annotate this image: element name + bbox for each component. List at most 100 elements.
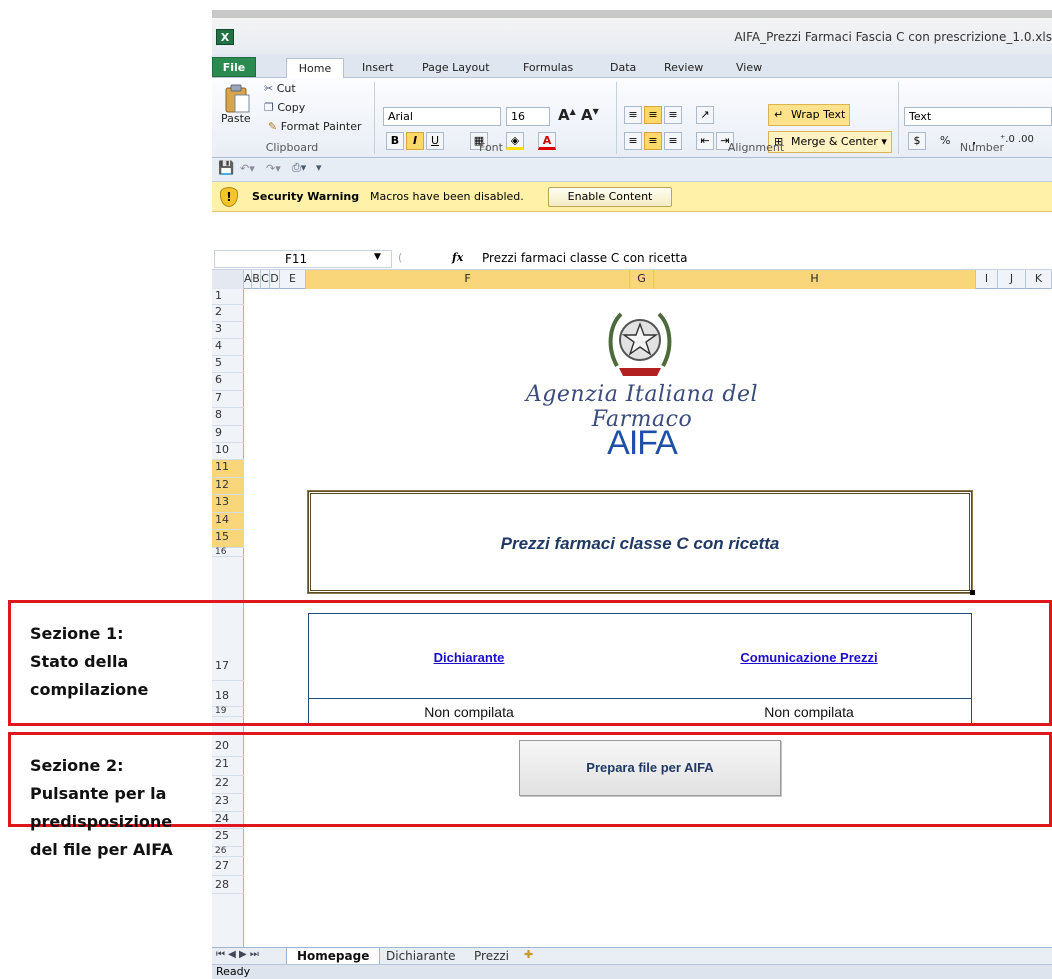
customize-qat-icon[interactable]: ▾	[316, 161, 322, 174]
font-size-select[interactable]: 16	[506, 107, 550, 126]
row-header[interactable]: 14	[212, 513, 244, 530]
copy-label: Copy	[277, 101, 306, 114]
section-1-highlight	[8, 600, 1052, 726]
section-2-annotation: Sezione 2: Pulsante per la predisposizio…	[30, 752, 173, 864]
undo-icon[interactable]: ↶▾	[240, 162, 255, 175]
row-header[interactable]: 25	[212, 829, 244, 847]
row-header[interactable]: 13	[212, 495, 244, 513]
redo-icon[interactable]: ↷▾	[266, 162, 281, 175]
insert-sheet-icon[interactable]: ✚	[524, 948, 533, 961]
sheet-nav-icon[interactable]: ⏮ ◀ ▶ ⏭	[216, 949, 259, 960]
tab-page-layout[interactable]: Page Layout	[422, 58, 490, 78]
aifa-logo-text: AIFA	[607, 424, 678, 462]
section-1-annotation: Sezione 1: Stato della compilazione	[30, 620, 148, 704]
column-header-j[interactable]: J	[998, 270, 1026, 289]
emblem-icon	[608, 312, 672, 376]
number-group-label: Number	[959, 141, 1005, 154]
column-header-k[interactable]: K	[1026, 270, 1052, 289]
cut-label: Cut	[276, 82, 296, 95]
row-header[interactable]: 2	[212, 305, 244, 322]
format-painter-button[interactable]: ✎ Format Painter	[268, 120, 362, 133]
paste-button[interactable]: Paste	[218, 82, 258, 134]
annotation-line: predisposizione	[30, 812, 173, 831]
grow-font-icon[interactable]: A▲ A▼	[558, 106, 599, 124]
row-header[interactable]: 28	[212, 876, 244, 894]
annotation-line: Pulsante per la	[30, 784, 167, 803]
security-warning-bar: ! Security Warning Macros have been disa…	[212, 182, 1052, 212]
function-icon[interactable]: fx	[452, 251, 463, 264]
align-bottom-icon[interactable]: ≡	[664, 106, 682, 124]
row-header[interactable]: 10	[212, 443, 244, 460]
paste-icon	[225, 84, 250, 113]
excel-app-icon[interactable]: X	[216, 29, 234, 45]
save-icon[interactable]: 💾	[218, 161, 234, 176]
title-bar: X AIFA_Prezzi Farmaci Fascia C con presc…	[212, 10, 1052, 54]
name-box[interactable]: F11	[214, 250, 392, 268]
sheet-title: Prezzi farmaci classe C con ricetta	[500, 534, 780, 553]
column-header-c[interactable]: C	[261, 270, 270, 289]
window-title: AIFA_Prezzi Farmaci Fascia C con prescri…	[734, 30, 1052, 44]
column-header-a[interactable]: A	[244, 270, 252, 289]
status-bar: Ready	[212, 964, 1052, 979]
row-header[interactable]: 5	[212, 356, 244, 373]
row-header[interactable]: 15	[212, 530, 244, 548]
tab-file[interactable]: File	[212, 57, 256, 77]
annotation-line: Sezione 2:	[30, 756, 124, 775]
scissors-icon: ✂	[264, 82, 274, 95]
row-header[interactable]: 4	[212, 339, 244, 356]
cut-button[interactable]: ✂ Cut	[264, 82, 296, 95]
column-header-e[interactable]: E	[280, 270, 306, 289]
copy-button[interactable]: ❐ Copy	[264, 101, 305, 114]
sheet-tab-prezzi[interactable]: Prezzi	[464, 948, 519, 965]
column-header-h[interactable]: H	[654, 270, 976, 289]
row-header[interactable]: 1	[212, 289, 244, 305]
annotation-line: Stato della	[30, 652, 129, 671]
number-format-select[interactable]: Text	[904, 107, 1052, 126]
column-header-i[interactable]: I	[976, 270, 998, 289]
italian-emblem	[607, 304, 673, 380]
excel-window: X AIFA_Prezzi Farmaci Fascia C con presc…	[212, 10, 1052, 979]
formula-bar: F11 ▼ ( fx Prezzi farmaci classe C con r…	[212, 248, 1052, 270]
column-headers: A B C D E F G H I J K	[212, 270, 1052, 289]
font-name-select[interactable]: Arial	[383, 107, 501, 126]
column-header-f[interactable]: F	[306, 270, 630, 289]
tab-formulas[interactable]: Formulas	[523, 58, 573, 78]
tab-data[interactable]: Data	[610, 58, 636, 78]
row-header[interactable]: 16	[212, 548, 244, 557]
sheet-tab-homepage[interactable]: Homepage	[286, 948, 381, 965]
sheet-tab-bar: ⏮ ◀ ▶ ⏭ Homepage Dichiarante Prezzi ✚	[212, 947, 1052, 965]
tab-view[interactable]: View	[736, 58, 762, 78]
row-header[interactable]: 9	[212, 426, 244, 443]
security-warning-message: Macros have been disabled.	[370, 190, 524, 203]
wrap-text-label: Wrap Text	[791, 108, 846, 121]
alignment-group-label: Alignment	[727, 141, 785, 154]
enable-content-button[interactable]: Enable Content	[548, 187, 672, 207]
annotation-line: del file per AIFA	[30, 840, 173, 859]
tab-review[interactable]: Review	[664, 58, 703, 78]
wrap-text-button[interactable]: ↵ Wrap Text	[768, 104, 851, 126]
row-header[interactable]: 8	[212, 408, 244, 426]
formula-content[interactable]: Prezzi farmaci classe C con ricetta	[482, 251, 687, 265]
align-top-icon[interactable]: ≡	[624, 106, 642, 124]
row-header[interactable]: 12	[212, 478, 244, 495]
row-header[interactable]: 6	[212, 373, 244, 391]
row-header[interactable]: 26	[212, 847, 244, 857]
row-header[interactable]: 11	[212, 460, 244, 478]
column-header-d[interactable]: D	[270, 270, 280, 289]
sheet-tab-dichiarante[interactable]: Dichiarante	[376, 948, 465, 965]
row-header[interactable]: 27	[212, 857, 244, 876]
title-cell[interactable]: Prezzi farmaci classe C con ricetta	[307, 490, 973, 594]
orientation-icon[interactable]: ↗	[696, 106, 714, 124]
brush-icon: ✎	[268, 120, 278, 133]
row-header[interactable]: 7	[212, 391, 244, 408]
fill-handle-icon[interactable]	[970, 590, 975, 595]
column-header-b[interactable]: B	[252, 270, 261, 289]
align-middle-icon[interactable]: ≡	[644, 106, 662, 124]
column-header-g[interactable]: G	[630, 270, 654, 289]
print-icon[interactable]: ⎙▾	[292, 161, 306, 175]
name-box-dropdown-icon[interactable]: ▼	[374, 252, 381, 262]
tab-home[interactable]: Home	[286, 58, 344, 78]
format-painter-label: Format Painter	[280, 120, 362, 133]
tab-insert[interactable]: Insert	[362, 58, 394, 78]
row-header[interactable]: 3	[212, 322, 244, 339]
